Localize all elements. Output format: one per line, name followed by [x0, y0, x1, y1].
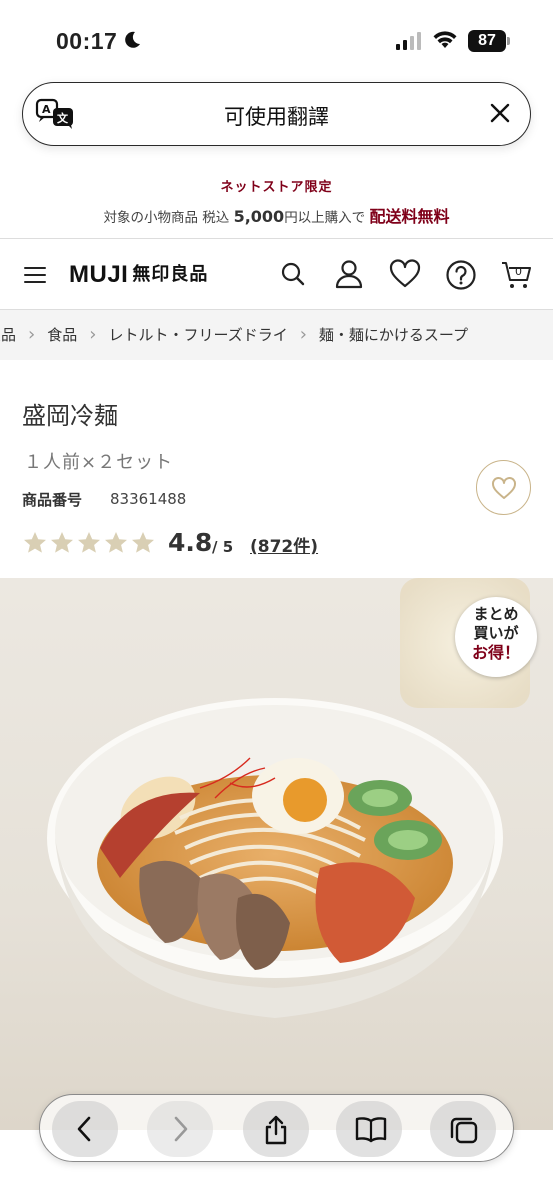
free-shipping-text: 配送料無料: [369, 207, 450, 226]
account-icon[interactable]: [334, 259, 364, 289]
favorite-button[interactable]: [476, 460, 531, 515]
star-icon: [24, 532, 46, 553]
search-icon[interactable]: [280, 259, 306, 289]
help-icon[interactable]: [445, 259, 477, 291]
menu-icon[interactable]: [24, 266, 46, 284]
promo-middle: 円以上購入で: [284, 210, 366, 226]
rating-stars: [24, 532, 154, 553]
logo-jp: 無印良品: [132, 264, 209, 284]
forward-button[interactable]: [147, 1101, 213, 1157]
site-header: MUJI 無印良品 0: [0, 238, 553, 310]
logo-text: MUJI: [69, 261, 129, 288]
share-button[interactable]: [243, 1101, 309, 1157]
breadcrumb-item[interactable]: レトルト・フリーズドライ: [108, 326, 287, 344]
star-icon: [105, 532, 127, 553]
bookmarks-button[interactable]: [336, 1101, 402, 1157]
product-code-label: 商品番号: [22, 491, 83, 509]
close-icon[interactable]: [488, 101, 512, 125]
chevron-right-icon: ›: [28, 324, 36, 345]
battery-indicator: 87: [468, 30, 506, 52]
breadcrumb-item[interactable]: 良品: [0, 326, 16, 344]
breadcrumb-item[interactable]: 麺・麺にかけるスープ: [319, 326, 468, 344]
heart-icon: [492, 477, 516, 499]
product-title: 盛岡冷麺: [22, 402, 118, 430]
favorites-icon[interactable]: [389, 259, 421, 289]
badge-line: 買いが: [473, 624, 519, 642]
star-icon: [78, 532, 100, 553]
rating-max: / 5: [212, 538, 234, 556]
chevron-right-icon: ›: [89, 324, 97, 345]
breadcrumb-item[interactable]: 食品: [47, 326, 77, 344]
star-icon: [51, 532, 73, 553]
product-code: 83361488: [110, 490, 187, 508]
cart-count: 0: [515, 265, 522, 278]
chevron-right-icon: ›: [299, 324, 307, 345]
forward-icon: [174, 1116, 188, 1142]
translation-label: 可使用翻譯: [224, 105, 329, 129]
rating-value: 4.8: [168, 528, 213, 557]
product-subtitle: １人前×２セット: [24, 452, 174, 473]
back-button[interactable]: [52, 1101, 118, 1157]
tabs-icon: [450, 1117, 478, 1144]
bulk-discount-badge: まとめ 買いが お得！: [455, 597, 537, 677]
promo-prefix: 対象の小物商品 税込: [103, 210, 230, 226]
tabs-button[interactable]: [430, 1101, 496, 1157]
cart-icon[interactable]: 0: [500, 259, 534, 291]
moon-icon: [125, 31, 140, 48]
badge-line: まとめ: [473, 605, 519, 623]
promo-line: 対象の小物商品 税込 5,000円以上購入で 配送料無料: [0, 203, 553, 227]
translation-bar[interactable]: A 文 可使用翻譯: [22, 82, 531, 146]
battery-nub: [507, 37, 510, 45]
wifi-icon: [433, 31, 457, 48]
bookmarks-icon: [355, 1117, 387, 1143]
status-time: 00:17: [56, 28, 118, 54]
star-icon: [132, 532, 154, 553]
promo-title: ネットストア限定: [220, 180, 333, 195]
badge-line: お得！: [471, 643, 520, 662]
status-bar: 00:17 87: [0, 0, 553, 80]
browser-toolbar: [39, 1094, 514, 1162]
muji-logo[interactable]: MUJI 無印良品: [69, 261, 208, 289]
cellular-signal-icon: [396, 32, 421, 50]
back-icon: [77, 1116, 91, 1142]
share-icon: [265, 1115, 287, 1145]
breadcrumb: 良品 › 食品 › レトルト・フリーズドライ › 麺・麺にかけるスープ: [0, 310, 553, 360]
promo-amount: 5,000: [233, 207, 285, 226]
review-count-link[interactable]: (872件): [250, 532, 318, 557]
